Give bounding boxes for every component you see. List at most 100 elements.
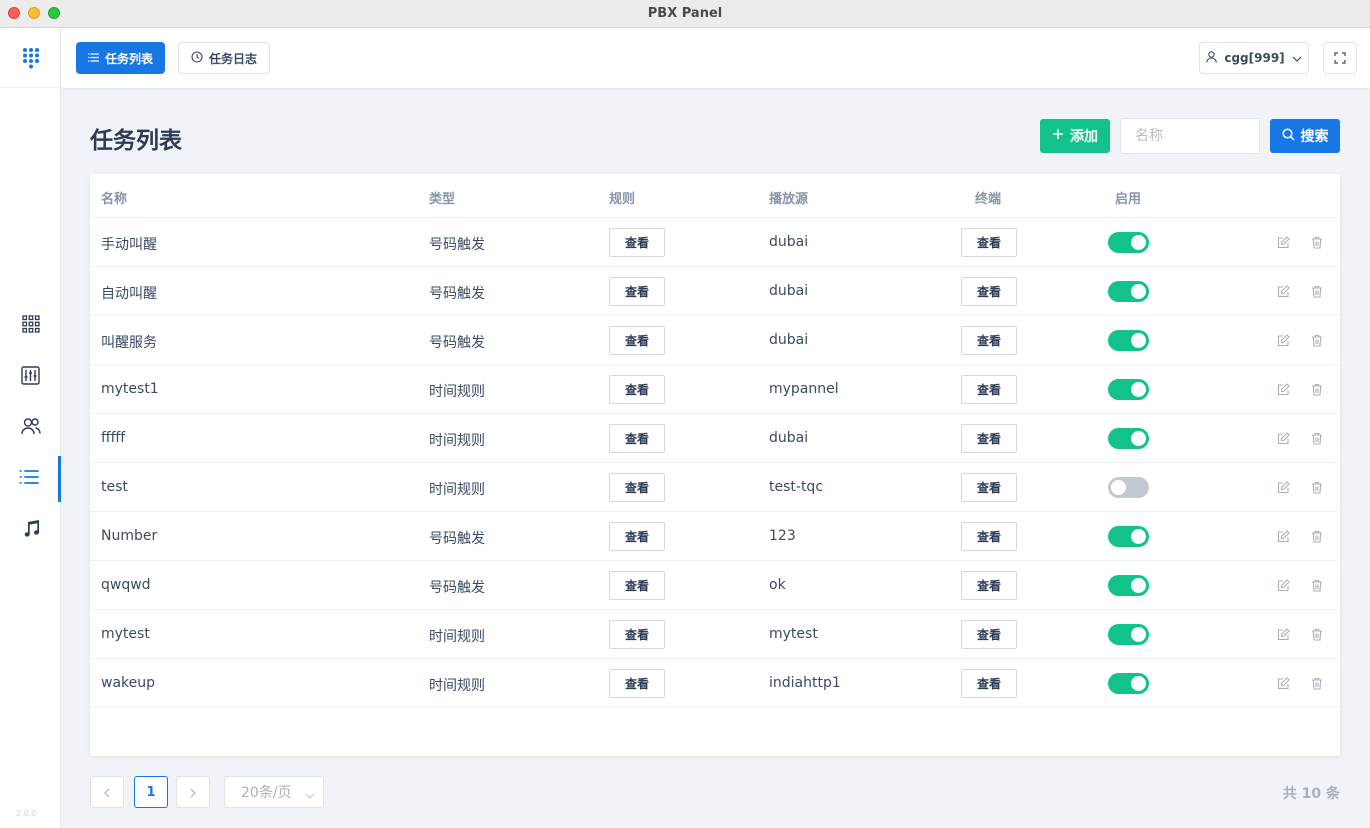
tab-label: 任务列表 <box>105 51 154 66</box>
task-name: fffff <box>101 430 126 446</box>
table-row: mytest 时间规则 查看 mytest 查看 <box>90 610 1340 659</box>
enabled-toggle[interactable] <box>1108 477 1149 498</box>
view-rule-button[interactable]: 查看 <box>609 424 665 453</box>
user-icon <box>1206 50 1218 66</box>
view-terminal-button[interactable]: 查看 <box>961 522 1017 551</box>
edit-icon[interactable] <box>1276 382 1290 396</box>
edit-icon[interactable] <box>1276 480 1290 494</box>
title-bar: PBX Panel <box>0 0 1370 28</box>
view-terminal-button[interactable]: 查看 <box>961 473 1017 502</box>
sidebar-item-apps[interactable] <box>0 303 61 349</box>
enabled-toggle[interactable] <box>1108 281 1149 302</box>
view-terminal-button[interactable]: 查看 <box>961 277 1017 306</box>
sidebar-item-tasks[interactable] <box>0 456 61 502</box>
tab-label: 任务日志 <box>209 51 258 66</box>
chevron-down-icon <box>305 787 315 803</box>
task-type: 时间规则 <box>429 629 485 645</box>
task-name: mytest <box>101 626 150 642</box>
trash-icon[interactable] <box>1310 235 1324 249</box>
trash-icon[interactable] <box>1310 529 1324 543</box>
edit-icon[interactable] <box>1276 676 1290 690</box>
user-menu-button[interactable]: cgg[999] <box>1199 42 1309 74</box>
enabled-toggle[interactable] <box>1108 673 1149 694</box>
edit-icon[interactable] <box>1276 235 1290 249</box>
edit-icon[interactable] <box>1276 431 1290 445</box>
column-header-type: 类型 <box>429 192 456 207</box>
task-name: 手动叫醒 <box>101 237 157 253</box>
search-input[interactable] <box>1120 118 1260 154</box>
play-source: mypannel <box>769 381 839 397</box>
view-terminal-button[interactable]: 查看 <box>961 375 1017 404</box>
play-source: dubai <box>769 332 809 348</box>
trash-icon[interactable] <box>1310 627 1324 641</box>
total-count: 共 10 条 <box>1282 786 1340 802</box>
view-rule-button[interactable]: 查看 <box>609 375 665 404</box>
chevron-right-icon <box>190 783 196 802</box>
prev-page-button[interactable] <box>90 776 124 808</box>
chevron-left-icon <box>104 783 110 802</box>
view-rule-button[interactable]: 查看 <box>609 326 665 355</box>
view-terminal-button[interactable]: 查看 <box>961 620 1017 649</box>
edit-icon[interactable] <box>1276 529 1290 543</box>
trash-icon[interactable] <box>1310 333 1324 347</box>
view-terminal-button[interactable]: 查看 <box>961 669 1017 698</box>
view-rule-button[interactable]: 查看 <box>609 277 665 306</box>
view-terminal-button[interactable]: 查看 <box>961 571 1017 600</box>
add-button[interactable]: 添加 <box>1040 119 1110 153</box>
play-source: dubai <box>769 430 809 446</box>
view-rule-button[interactable]: 查看 <box>609 571 665 600</box>
sidebar-item-mixer[interactable] <box>0 354 61 400</box>
enabled-toggle[interactable] <box>1108 624 1149 645</box>
close-window-button[interactable] <box>8 7 20 19</box>
enabled-toggle[interactable] <box>1108 575 1149 596</box>
enabled-toggle[interactable] <box>1108 232 1149 253</box>
enabled-toggle[interactable] <box>1108 379 1149 400</box>
sidebar: 2.0.0 <box>0 28 61 828</box>
page-size-select[interactable]: 20条/页 <box>224 776 324 808</box>
table-row: Number 号码触发 查看 123 查看 <box>90 512 1340 561</box>
task-type: 号码触发 <box>429 580 485 596</box>
table-row: 叫醒服务 号码触发 查看 dubai 查看 <box>90 316 1340 365</box>
maximize-window-button[interactable] <box>48 7 60 19</box>
trash-icon[interactable] <box>1310 676 1324 690</box>
view-rule-button[interactable]: 查看 <box>609 228 665 257</box>
task-type: 时间规则 <box>429 384 485 400</box>
view-terminal-button[interactable]: 查看 <box>961 424 1017 453</box>
enabled-toggle[interactable] <box>1108 526 1149 547</box>
tab-task-list[interactable]: 任务列表 <box>76 42 166 74</box>
play-source: indiahttp1 <box>769 675 841 691</box>
view-terminal-button[interactable]: 查看 <box>961 228 1017 257</box>
minimize-window-button[interactable] <box>28 7 40 19</box>
page-number-button[interactable]: 1 <box>134 776 168 808</box>
users-icon <box>20 417 41 439</box>
task-name: wakeup <box>101 675 156 691</box>
view-rule-button[interactable]: 查看 <box>609 473 665 502</box>
edit-icon[interactable] <box>1276 627 1290 641</box>
sidebar-item-music[interactable] <box>0 507 61 553</box>
enabled-toggle[interactable] <box>1108 428 1149 449</box>
column-header-name: 名称 <box>101 192 128 207</box>
search-button[interactable]: 搜索 <box>1270 119 1340 153</box>
sidebar-item-users[interactable] <box>0 405 61 451</box>
trash-icon[interactable] <box>1310 578 1324 592</box>
trash-icon[interactable] <box>1310 284 1324 298</box>
fullscreen-button[interactable] <box>1323 42 1357 74</box>
table-row: wakeup 时间规则 查看 indiahttp1 查看 <box>90 659 1340 708</box>
enabled-toggle[interactable] <box>1108 330 1149 351</box>
edit-icon[interactable] <box>1276 284 1290 298</box>
task-type: 时间规则 <box>429 433 485 449</box>
view-rule-button[interactable]: 查看 <box>609 669 665 698</box>
view-rule-button[interactable]: 查看 <box>609 522 665 551</box>
view-terminal-button[interactable]: 查看 <box>961 326 1017 355</box>
dialpad-logo-icon[interactable] <box>0 28 61 88</box>
trash-icon[interactable] <box>1310 431 1324 445</box>
next-page-button[interactable] <box>176 776 210 808</box>
view-rule-button[interactable]: 查看 <box>609 620 665 649</box>
trash-icon[interactable] <box>1310 480 1324 494</box>
edit-icon[interactable] <box>1276 578 1290 592</box>
task-type: 号码触发 <box>429 531 485 547</box>
trash-icon[interactable] <box>1310 382 1324 396</box>
tab-task-log[interactable]: 任务日志 <box>178 42 271 74</box>
edit-icon[interactable] <box>1276 333 1290 347</box>
column-header-terminal: 终端 <box>975 192 1002 207</box>
